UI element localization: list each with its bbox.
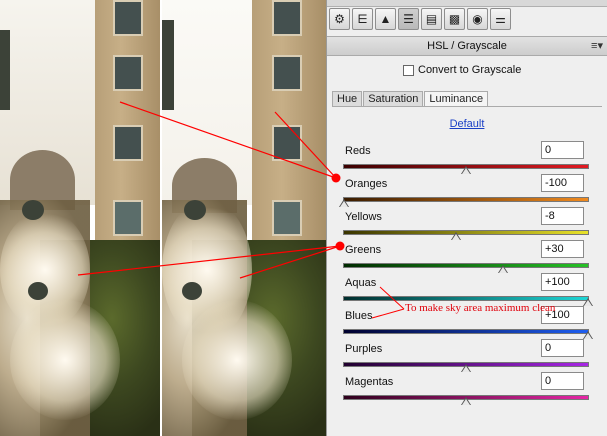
lens-corrections-icon[interactable]: ▩ bbox=[444, 8, 465, 30]
slider-value-greens[interactable]: +30 bbox=[541, 240, 584, 258]
slider-value-yellows[interactable]: -8 bbox=[541, 207, 584, 225]
slider-track-greens[interactable] bbox=[343, 263, 589, 268]
slider-label-oranges: Oranges bbox=[345, 178, 388, 190]
slider-value-purples[interactable]: 0 bbox=[541, 339, 584, 357]
slider-row-reds: Reds 0 bbox=[343, 141, 601, 176]
slider-label-yellows: Yellows bbox=[345, 211, 382, 223]
basic-icon[interactable]: ⚙ bbox=[329, 8, 350, 30]
slider-label-greens: Greens bbox=[345, 244, 382, 256]
camera-calibration-icon[interactable]: ◉ bbox=[467, 8, 488, 30]
slider-thumb-yellows[interactable] bbox=[451, 232, 462, 240]
photo-after bbox=[162, 0, 326, 436]
statue bbox=[162, 20, 174, 110]
slider-label-reds: Reds bbox=[345, 145, 371, 157]
tab-underline bbox=[332, 106, 602, 107]
tab-hue[interactable]: Hue bbox=[332, 91, 363, 107]
slider-thumb-oranges[interactable] bbox=[339, 199, 349, 207]
convert-label: Convert to Grayscale bbox=[418, 64, 522, 76]
slider-thumb-greens[interactable] bbox=[497, 265, 508, 273]
slider-value-oranges[interactable]: -100 bbox=[541, 174, 584, 192]
slider-track-oranges[interactable] bbox=[343, 197, 589, 202]
split-toning-icon[interactable]: ▤ bbox=[421, 8, 442, 30]
annotation-text: To make sky area maximum clean bbox=[405, 302, 556, 314]
panel-menu-icon[interactable]: ≡▾ bbox=[591, 37, 603, 55]
slider-label-purples: Purples bbox=[345, 343, 383, 355]
slider-value-reds[interactable]: 0 bbox=[541, 141, 584, 159]
slider-row-yellows: Yellows -8 bbox=[343, 207, 601, 242]
building bbox=[95, 0, 160, 250]
presets-icon[interactable]: ⚌ bbox=[490, 8, 511, 30]
section-title-text: HSL / Grayscale bbox=[427, 40, 507, 52]
slider-thumb-reds[interactable] bbox=[461, 166, 471, 174]
slider-label-blues: Blues bbox=[345, 310, 373, 322]
slider-row-magentas: Magentas 0 bbox=[343, 372, 601, 407]
panel-top-edge bbox=[327, 0, 607, 7]
detail-icon[interactable]: ▲ bbox=[375, 8, 396, 30]
section-title: HSL / Grayscale ≡▾ bbox=[327, 36, 607, 56]
panel-toolbar: ⚙ ⋿ ▲ ☰ ▤ ▩ ◉ ⚌ bbox=[329, 8, 511, 34]
slider-label-aquas: Aquas bbox=[345, 277, 377, 289]
slider-row-purples: Purples 0 bbox=[343, 339, 601, 374]
slider-row-oranges: Oranges -100 bbox=[339, 174, 601, 209]
hsl-tabs: Hue Saturation Luminance bbox=[332, 91, 489, 107]
default-button[interactable]: Default bbox=[450, 118, 485, 130]
default-link: Default bbox=[327, 118, 607, 130]
slider-value-aquas[interactable]: +100 bbox=[541, 273, 584, 291]
convert-checkbox[interactable] bbox=[403, 64, 414, 76]
slider-track-yellows[interactable] bbox=[343, 230, 589, 235]
photo-before bbox=[0, 0, 160, 436]
statue bbox=[0, 30, 10, 110]
tab-saturation[interactable]: Saturation bbox=[363, 91, 424, 107]
slider-value-magentas[interactable]: 0 bbox=[541, 372, 584, 390]
slider-track-aquas[interactable] bbox=[343, 296, 589, 301]
tab-luminance[interactable]: Luminance bbox=[424, 91, 489, 107]
slider-thumb-aquas[interactable] bbox=[583, 298, 593, 306]
slider-thumb-blues[interactable] bbox=[583, 331, 593, 339]
slider-label-magentas: Magentas bbox=[345, 376, 394, 388]
hsl-grayscale-panel: ⚙ ⋿ ▲ ☰ ▤ ▩ ◉ ⚌ HSL / Grayscale ≡▾ Conve… bbox=[326, 0, 607, 436]
slider-thumb-purples[interactable] bbox=[461, 364, 471, 372]
building bbox=[252, 0, 326, 250]
slider-thumb-magentas[interactable] bbox=[461, 397, 471, 405]
hsl-icon[interactable]: ☰ bbox=[398, 8, 419, 30]
slider-track-blues[interactable] bbox=[343, 329, 589, 334]
tone-curve-icon[interactable]: ⋿ bbox=[352, 8, 373, 30]
convert-to-grayscale[interactable]: Convert to Grayscale bbox=[403, 64, 521, 76]
slider-row-greens: Greens +30 bbox=[343, 240, 601, 275]
